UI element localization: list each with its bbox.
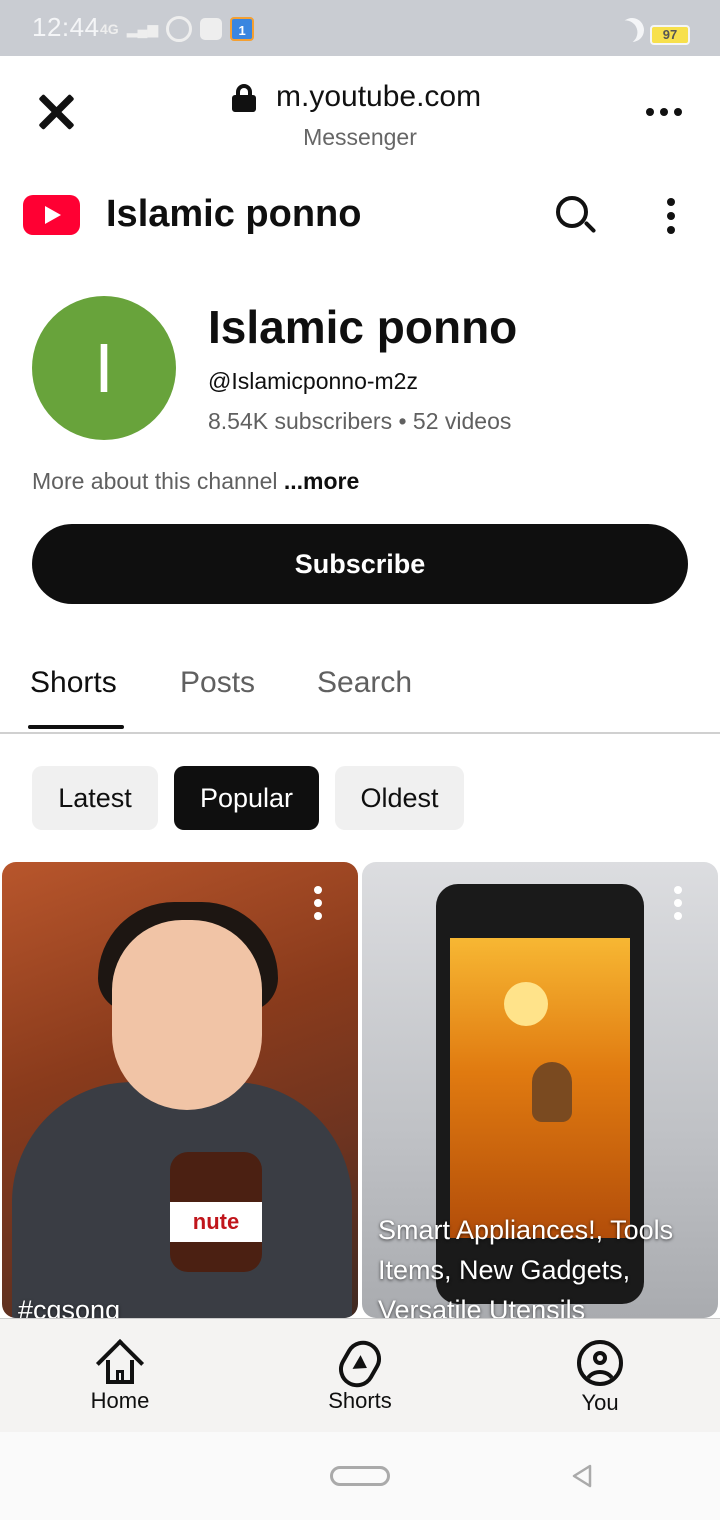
channel-name: Islamic ponno (208, 301, 518, 353)
vpn-icon (166, 16, 193, 42)
youtube-logo-icon[interactable] (23, 195, 80, 235)
nav-you[interactable]: You (530, 1322, 670, 1422)
tab-search[interactable]: Search (317, 666, 412, 700)
header-more-icon[interactable] (667, 198, 675, 234)
thumbnail-fox (532, 1062, 572, 1122)
nav-home[interactable]: Home (50, 1322, 190, 1422)
nav-home-label: Home (90, 1388, 150, 1413)
thumbnail-jar-label: nute (170, 1202, 262, 1242)
channel-avatar[interactable]: I (32, 296, 176, 440)
status-time: 12:44 (32, 12, 100, 42)
home-gesture-pill[interactable] (330, 1466, 390, 1486)
lock-icon (232, 84, 256, 112)
back-icon[interactable] (570, 1464, 594, 1488)
nav-shorts-label: Shorts (328, 1388, 392, 1413)
chip-latest[interactable]: Latest (32, 766, 158, 830)
card-more-icon[interactable] (674, 886, 682, 920)
chip-oldest[interactable]: Oldest (335, 766, 464, 830)
chip-popular[interactable]: Popular (174, 766, 319, 830)
short-card[interactable]: Smart Appliances!, Tools Items, New Gadg… (362, 862, 718, 1318)
tab-posts[interactable]: Posts (180, 666, 255, 700)
channel-stats: 8.54K subscribers • 52 videos (208, 408, 512, 434)
thumbnail-person-face (112, 920, 262, 1110)
card-more-icon[interactable] (314, 886, 322, 920)
active-tab-indicator (28, 725, 124, 729)
signal-bars-icon: ▂▄▆ (126, 20, 159, 37)
signal-icon: 4G (100, 21, 119, 37)
short-title: #cgsong (18, 1295, 121, 1318)
browser-source-app: Messenger (303, 124, 417, 150)
short-title: Smart Appliances!, Tools Items, New Gadg… (378, 1215, 674, 1318)
battery-indicator: 97 (650, 25, 690, 45)
status-bar: 12:44 4G ▂▄▆ 1 97 (0, 0, 720, 56)
thumbnail-sun (504, 982, 548, 1026)
layers-icon (200, 18, 223, 40)
subscribe-button[interactable]: Subscribe (32, 524, 688, 604)
about-text: More about this channel (32, 468, 278, 494)
you-icon (577, 1340, 623, 1386)
nav-shorts[interactable]: Shorts (290, 1322, 430, 1422)
app-notification-icon: 1 (230, 17, 255, 41)
about-more-link[interactable]: ...more (284, 468, 359, 494)
in-app-browser-bar (0, 56, 720, 180)
channel-about[interactable]: More about this channel ...more (32, 468, 359, 495)
tab-shorts[interactable]: Shorts (30, 666, 117, 700)
search-icon[interactable] (556, 196, 597, 236)
shorts-icon (332, 1334, 388, 1394)
home-icon (95, 1338, 145, 1388)
short-card[interactable]: nute #cgsong (2, 862, 358, 1318)
browser-more-icon[interactable] (646, 108, 682, 116)
status-icons: 4G ▂▄▆ 1 (100, 16, 255, 42)
header-title: Islamic ponno (106, 193, 362, 235)
browser-url[interactable]: m.youtube.com (276, 80, 481, 114)
channel-handle: @Islamicponno-m2z (208, 368, 418, 394)
nav-you-label: You (581, 1390, 619, 1415)
do-not-disturb-icon (617, 15, 648, 46)
